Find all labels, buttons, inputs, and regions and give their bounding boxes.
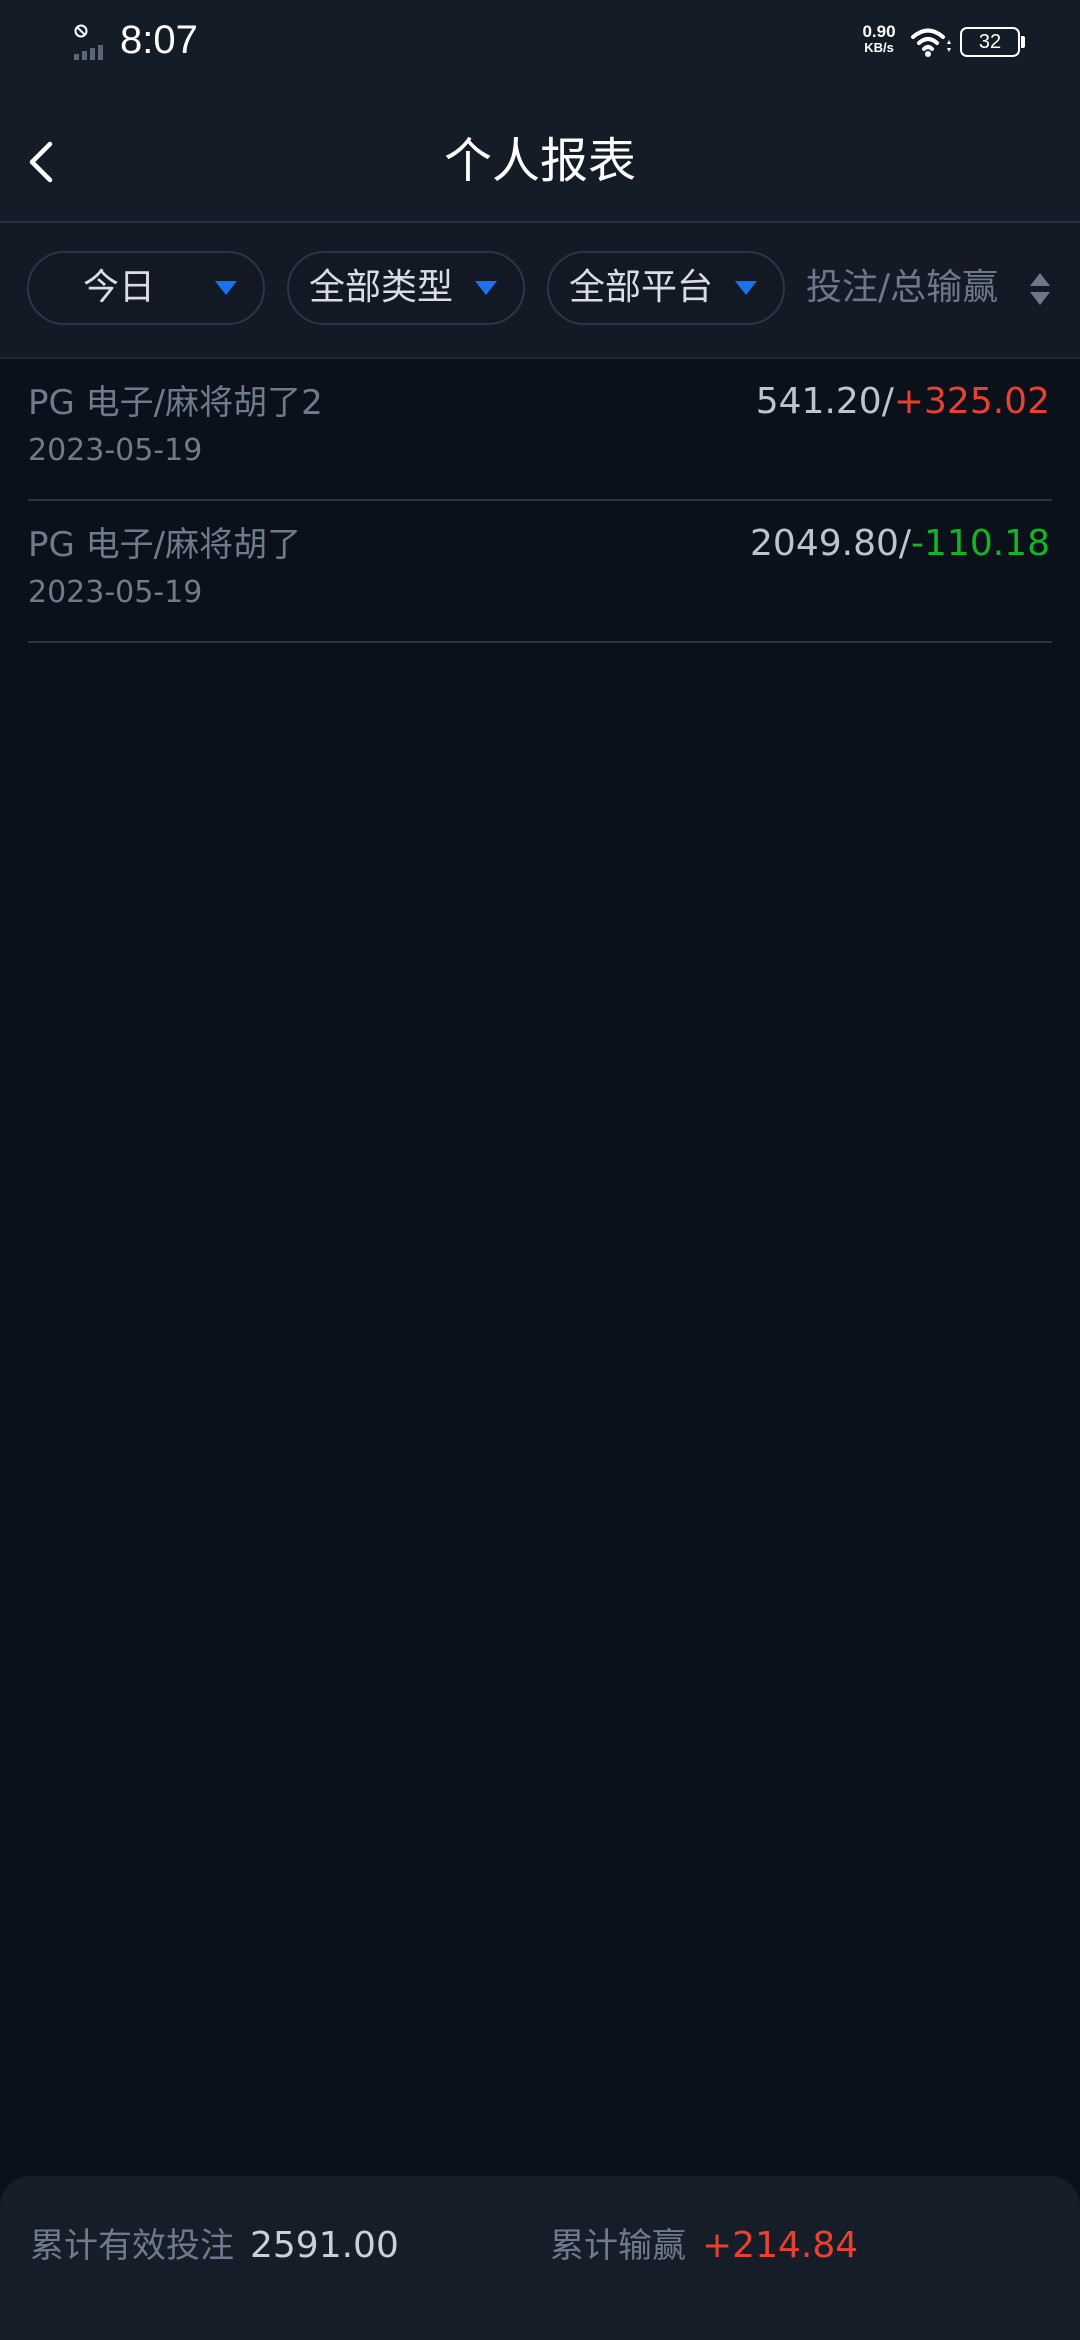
record-separator: /	[881, 381, 894, 422]
platform-filter-dropdown[interactable]: 全部平台	[547, 251, 785, 325]
record-bet: 541.20	[755, 381, 882, 422]
period-filter-label: 今日	[83, 267, 156, 308]
type-filter-label: 全部类型	[309, 267, 454, 308]
platform-filter-label: 全部平台	[569, 267, 714, 308]
network-speed: 0.90 KB/s	[858, 22, 900, 56]
caret-down-icon	[475, 281, 497, 295]
total-win-label: 累计输赢	[550, 2226, 686, 2266]
filter-bar: 今日 全部类型 全部平台 投注/总输赢	[0, 223, 1080, 357]
record-date: 2023-05-19	[28, 575, 203, 610]
record-amount: 2049.80/-110.18	[750, 521, 1050, 567]
record-result: +325.02	[893, 381, 1050, 422]
record-result: -110.18	[911, 523, 1050, 564]
total-win-loss: 累计输赢 +214.84	[550, 2176, 858, 2316]
total-valid-bet: 累计有效投注 2591.00	[30, 2176, 399, 2316]
battery-level: 32	[978, 31, 1002, 53]
total-bet-label: 累计有效投注	[30, 2226, 234, 2266]
top-area: 8:07 0.90 KB/s 32 个人报表	[0, 0, 1080, 221]
record-game-name: PG 电子/麻将胡了2	[28, 383, 323, 423]
battery-icon: 32	[960, 27, 1020, 57]
total-bet-value: 2591.00	[250, 2225, 399, 2266]
caret-down-icon	[215, 281, 237, 295]
record-separator: /	[898, 523, 912, 564]
report-record[interactable]: PG 电子/麻将胡了 2023-05-19 2049.80/-110.18	[28, 501, 1052, 643]
record-bet: 2049.80	[750, 523, 899, 564]
personal-report-screen: 8:07 0.90 KB/s 32 个人报表 今日 全部类型 全部平台 投注/总…	[0, 0, 1080, 2340]
record-date: 2023-05-19	[28, 433, 203, 468]
status-time: 8:07	[120, 18, 198, 62]
caret-down-icon	[735, 281, 757, 295]
wifi-icon	[911, 28, 951, 57]
status-bar: 8:07 0.90 KB/s 32	[0, 0, 1080, 84]
do-not-disturb-icon	[74, 24, 88, 38]
report-record[interactable]: PG 电子/麻将胡了2 2023-05-19 541.20/+325.02	[28, 359, 1052, 501]
sort-arrows-icon	[1030, 273, 1050, 305]
record-game-name: PG 电子/麻将胡了	[28, 525, 302, 565]
total-win-value: +214.84	[702, 2225, 859, 2266]
sort-label: 投注/总输赢	[806, 267, 999, 308]
network-speed-value: 0.90	[862, 22, 896, 41]
network-speed-unit: KB/s	[864, 40, 894, 55]
summary-bar: 累计有效投注 2591.00 累计输赢 +214.84	[0, 2176, 1080, 2340]
period-filter-dropdown[interactable]: 今日	[27, 251, 265, 325]
battery-tip	[1021, 36, 1025, 48]
type-filter-dropdown[interactable]: 全部类型	[287, 251, 525, 325]
page-title: 个人报表	[443, 133, 636, 189]
record-amount: 541.20/+325.02	[756, 379, 1050, 425]
nav-bar: 个人报表	[0, 100, 1080, 220]
record-divider	[28, 641, 1052, 643]
signal-icon	[74, 45, 103, 60]
